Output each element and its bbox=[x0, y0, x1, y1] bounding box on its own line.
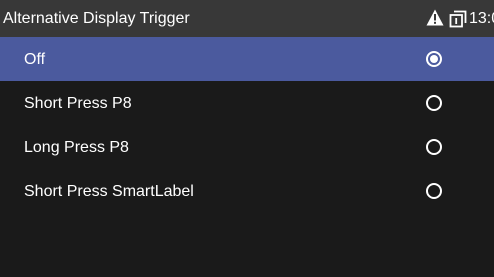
option-list: Off Short Press P8 Long Press P8 Short P… bbox=[0, 37, 494, 213]
option-label: Short Press SmartLabel bbox=[24, 183, 194, 200]
warning-icon bbox=[426, 9, 444, 26]
radio-selected-icon[interactable] bbox=[426, 51, 442, 67]
option-short-press-smartlabel[interactable]: Short Press SmartLabel bbox=[0, 169, 494, 213]
radio-unselected-icon[interactable] bbox=[426, 183, 442, 199]
radio-unselected-icon[interactable] bbox=[426, 139, 442, 155]
page-title: Alternative Display Trigger bbox=[3, 10, 190, 27]
radio-dot bbox=[430, 55, 438, 63]
option-label: Off bbox=[24, 51, 46, 68]
status-time: 13:09 bbox=[469, 10, 494, 27]
option-short-press-p8[interactable]: Short Press P8 bbox=[0, 81, 494, 125]
option-long-press-p8[interactable]: Long Press P8 bbox=[0, 125, 494, 169]
status-bar: Alternative Display Trigger 13:09 bbox=[0, 0, 494, 37]
option-label: Long Press P8 bbox=[24, 139, 129, 156]
radio-unselected-icon[interactable] bbox=[426, 95, 442, 111]
option-label: Short Press P8 bbox=[24, 95, 132, 112]
option-off[interactable]: Off bbox=[0, 37, 494, 81]
device-icon bbox=[449, 10, 467, 28]
